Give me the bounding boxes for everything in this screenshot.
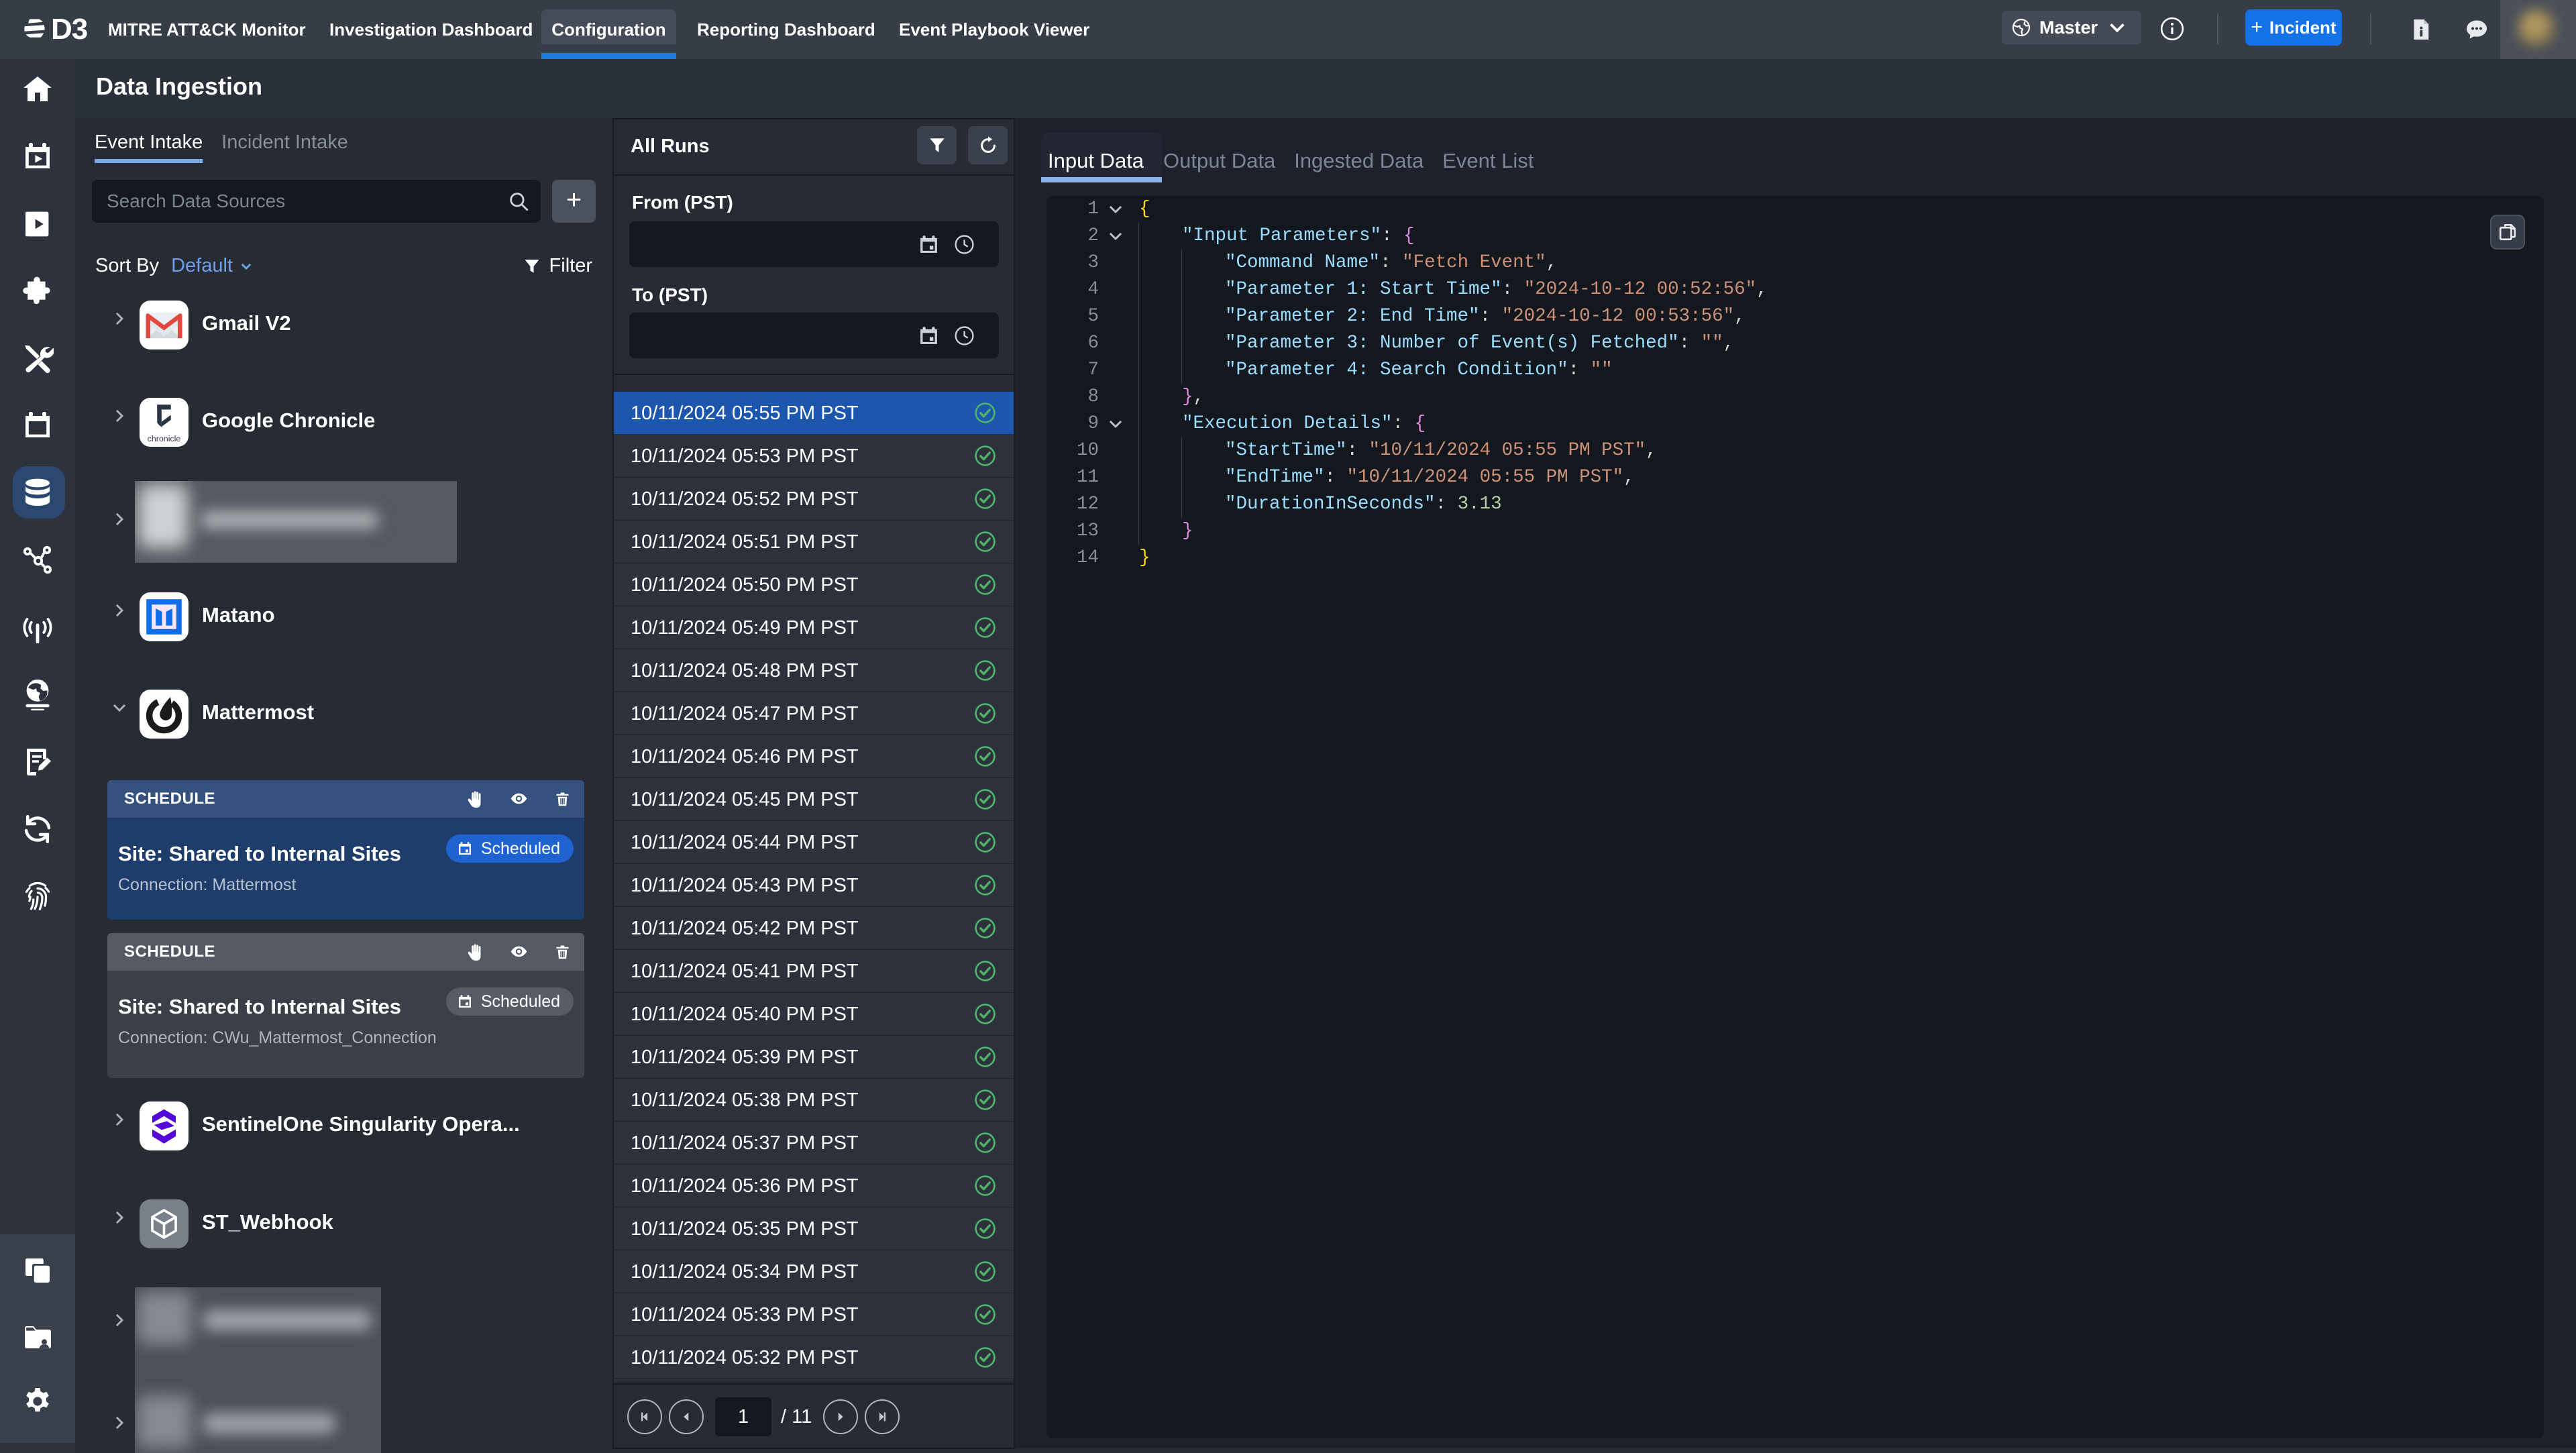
svg-text:chronicle: chronicle: [148, 434, 181, 443]
